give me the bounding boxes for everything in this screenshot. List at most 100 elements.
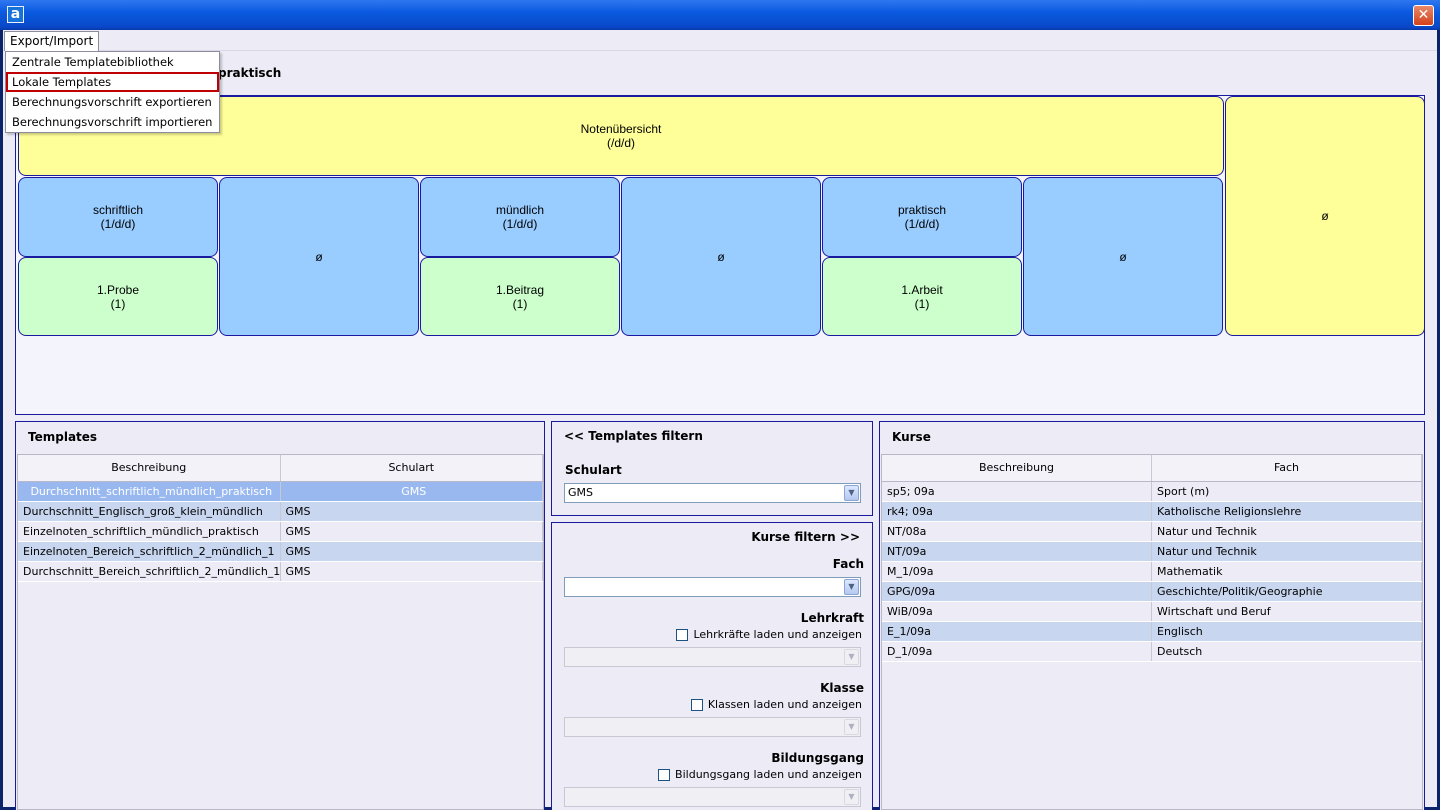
node-weight: (1) xyxy=(512,296,528,311)
table-row[interactable]: NT/09a Natur und Technik xyxy=(882,542,1422,562)
chevron-down-icon[interactable]: ▼ xyxy=(844,579,859,595)
menu-export-import[interactable]: Export/Import xyxy=(4,31,100,51)
node-weight: (1/d/d) xyxy=(100,217,136,231)
node-name: 1.Probe xyxy=(96,282,140,297)
bildungsgang-select[interactable]: ▼ xyxy=(564,787,861,807)
cell-beschreibung: D_1/09a xyxy=(882,642,1152,661)
tree-node-leaf-probe[interactable]: 1.Probe (1) xyxy=(18,257,218,336)
kurse-filter-title[interactable]: Kurse filtern >> xyxy=(751,530,860,544)
table-row[interactable]: GPG/09a Geschichte/Politik/Geographie xyxy=(882,582,1422,602)
cell-schulart: GMS xyxy=(281,482,543,501)
tree-node-group-muendlich-average[interactable]: ø xyxy=(621,177,821,336)
column-header-schulart[interactable]: Schulart xyxy=(281,455,543,481)
tree-node-group-schriftlich[interactable]: schriftlich (1/d/d) xyxy=(18,177,218,257)
table-row[interactable]: M_1/09a Mathematik xyxy=(882,562,1422,582)
average-symbol: ø xyxy=(717,249,725,264)
checkbox-icon[interactable] xyxy=(658,768,671,781)
cell-beschreibung: Durchschnitt_schriftlich_mündlich_prakti… xyxy=(18,482,281,501)
templates-title: Templates xyxy=(28,430,98,444)
tree-node-group-praktisch-average[interactable]: ø xyxy=(1023,177,1223,336)
table-row[interactable]: sp5; 09a Sport (m) xyxy=(882,482,1422,502)
cell-fach: Englisch xyxy=(1152,622,1422,641)
bildungsgang-checkbox-label: Bildungsgang laden und anzeigen xyxy=(675,768,862,781)
cell-fach: Katholische Religionslehre xyxy=(1152,502,1422,521)
menu-bar: Export/Import xyxy=(3,30,1437,51)
checkbox-icon[interactable] xyxy=(676,628,689,641)
grade-tree-panel: Notenübersicht (/d/d) ø schriftlich (1/d… xyxy=(15,95,1425,415)
node-name: mündlich xyxy=(495,203,545,217)
templates-filter-title[interactable]: << Templates filtern xyxy=(564,429,703,443)
tree-node-leaf-beitrag[interactable]: 1.Beitrag (1) xyxy=(420,257,620,336)
node-weight: (1) xyxy=(110,296,126,311)
table-row[interactable]: Durchschnitt_Englisch_groß_klein_mündlic… xyxy=(18,502,543,522)
cell-beschreibung: E_1/09a xyxy=(882,622,1152,641)
close-button[interactable]: ✕ xyxy=(1413,5,1434,26)
table-row[interactable]: Durchschnitt_Bereich_schriftlich_2_mündl… xyxy=(18,562,543,582)
table-row[interactable]: E_1/09a Englisch xyxy=(882,622,1422,642)
templates-panel: Templates Beschreibung Schulart Durchsch… xyxy=(15,421,545,810)
menu-item-zentrale-templatebibliothek[interactable]: Zentrale Templatebibliothek xyxy=(6,52,219,72)
tree-node-group-schriftlich-average[interactable]: ø xyxy=(219,177,419,336)
cell-beschreibung: Durchschnitt_Bereich_schriftlich_2_mündl… xyxy=(18,562,281,581)
node-weight: (/d/d) xyxy=(606,136,635,150)
cell-fach: Natur und Technik xyxy=(1152,542,1422,561)
cell-fach: Geschichte/Politik/Geographie xyxy=(1152,582,1422,601)
klasse-checkbox[interactable]: Klassen laden und anzeigen xyxy=(690,698,862,711)
bildungsgang-label: Bildungsgang xyxy=(771,751,864,765)
column-header-fach[interactable]: Fach xyxy=(1152,455,1422,481)
table-row[interactable]: rk4; 09a Katholische Religionslehre xyxy=(882,502,1422,522)
klasse-select[interactable]: ▼ xyxy=(564,717,861,737)
chevron-down-icon[interactable]: ▼ xyxy=(844,485,859,501)
table-row[interactable]: Einzelnoten_schriftlich_mündlich_praktis… xyxy=(18,522,543,542)
tree-node-root-average[interactable]: ø xyxy=(1225,96,1425,336)
klasse-checkbox-label: Klassen laden und anzeigen xyxy=(707,698,862,711)
average-symbol: ø xyxy=(315,249,323,264)
chevron-down-icon: ▼ xyxy=(844,649,859,665)
cell-fach: Deutsch xyxy=(1152,642,1422,661)
lehrkraft-checkbox-label: Lehrkräfte laden und anzeigen xyxy=(693,628,862,641)
cell-beschreibung: NT/09a xyxy=(882,542,1152,561)
node-weight: (1/d/d) xyxy=(502,217,538,231)
tree-node-leaf-arbeit[interactable]: 1.Arbeit (1) xyxy=(822,257,1022,336)
average-symbol: ø xyxy=(1119,249,1127,264)
column-header-beschreibung[interactable]: Beschreibung xyxy=(882,455,1152,481)
kurse-panel: Kurse Beschreibung Fach sp5; 09a Sport (… xyxy=(879,421,1425,810)
node-name: schriftlich xyxy=(92,203,143,217)
cell-beschreibung: M_1/09a xyxy=(882,562,1152,581)
node-name: praktisch xyxy=(897,203,947,217)
export-import-dropdown: Zentrale Templatebibliothek Lokale Templ… xyxy=(5,51,220,133)
menu-item-berechnungsvorschrift-importieren[interactable]: Berechnungsvorschrift importieren xyxy=(6,112,219,132)
tree-node-group-muendlich[interactable]: mündlich (1/d/d) xyxy=(420,177,620,257)
tree-node-group-praktisch[interactable]: praktisch (1/d/d) xyxy=(822,177,1022,257)
cell-beschreibung: WiB/09a xyxy=(882,602,1152,621)
template-name-label: praktisch xyxy=(218,66,282,80)
checkbox-icon[interactable] xyxy=(690,698,703,711)
cell-schulart: GMS xyxy=(281,502,543,521)
menu-item-berechnungsvorschrift-exportieren[interactable]: Berechnungsvorschrift exportieren xyxy=(6,92,219,112)
cell-schulart: GMS xyxy=(281,542,543,561)
chevron-down-icon: ▼ xyxy=(844,719,859,735)
lehrkraft-checkbox[interactable]: Lehrkräfte laden und anzeigen xyxy=(676,628,862,641)
table-row[interactable]: Durchschnitt_schriftlich_mündlich_prakti… xyxy=(18,482,543,502)
node-weight: (1) xyxy=(914,296,930,311)
column-header-beschreibung[interactable]: Beschreibung xyxy=(18,455,281,481)
fach-select[interactable]: ▼ xyxy=(564,577,861,597)
cell-fach: Mathematik xyxy=(1152,562,1422,581)
bildungsgang-checkbox[interactable]: Bildungsgang laden und anzeigen xyxy=(658,768,862,781)
kurse-filter-panel: Kurse filtern >> Fach ▼ Lehrkraft Lehrkr… xyxy=(551,522,873,810)
lehrkraft-label: Lehrkraft xyxy=(800,611,864,625)
cell-fach: Natur und Technik xyxy=(1152,522,1422,541)
schulart-select[interactable]: GMS ▼ xyxy=(564,483,861,503)
app-logo-icon: a xyxy=(7,6,24,23)
cell-beschreibung: NT/08a xyxy=(882,522,1152,541)
cell-beschreibung: Durchschnitt_Englisch_groß_klein_mündlic… xyxy=(18,502,281,521)
table-row[interactable]: D_1/09a Deutsch xyxy=(882,642,1422,662)
menu-item-lokale-templates[interactable]: Lokale Templates xyxy=(6,72,219,92)
lehrkraft-select[interactable]: ▼ xyxy=(564,647,861,667)
templates-table-header: Beschreibung Schulart xyxy=(18,455,543,482)
cell-fach: Wirtschaft und Beruf xyxy=(1152,602,1422,621)
cell-beschreibung: GPG/09a xyxy=(882,582,1152,601)
table-row[interactable]: NT/08a Natur und Technik xyxy=(882,522,1422,542)
table-row[interactable]: WiB/09a Wirtschaft und Beruf xyxy=(882,602,1422,622)
table-row[interactable]: Einzelnoten_Bereich_schriftlich_2_mündli… xyxy=(18,542,543,562)
